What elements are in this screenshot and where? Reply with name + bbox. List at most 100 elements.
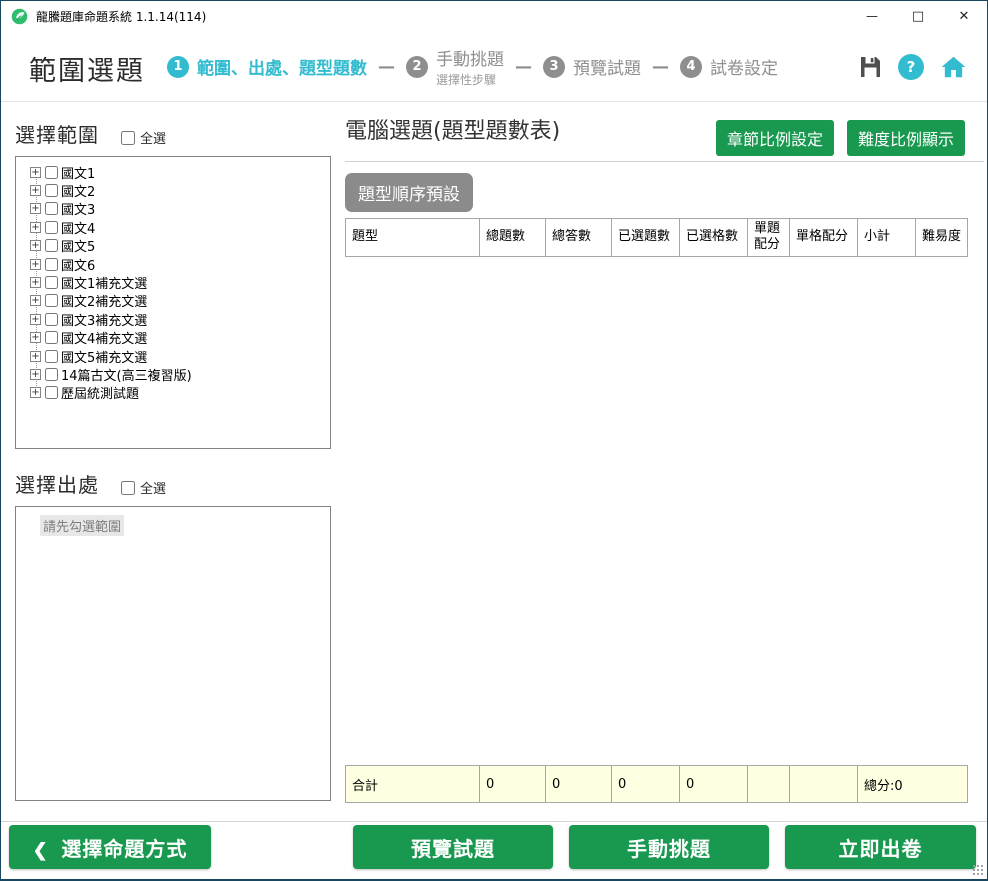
totals-selected-questions: 0 <box>612 766 680 803</box>
tree-item-label[interactable]: 14篇古文(高三複習版) <box>61 365 192 384</box>
expand-icon[interactable]: + <box>30 240 41 251</box>
step-1-label: 範圍、出處、題型題數 <box>197 54 367 79</box>
range-select-all[interactable]: 全選 <box>121 128 166 147</box>
tree-item-label[interactable]: 國文5 <box>61 236 95 255</box>
range-select-all-checkbox[interactable] <box>121 131 135 145</box>
tree-item-checkbox[interactable] <box>45 184 58 197</box>
tree-item-label[interactable]: 國文1補充文選 <box>61 273 147 292</box>
save-icon[interactable] <box>858 55 882 79</box>
tree-row: + 國文3 <box>16 200 330 218</box>
home-icon[interactable] <box>940 54 967 80</box>
generate-paper-button[interactable]: 立即出卷 <box>785 825 976 869</box>
tree-row: + 國文5補充文選 <box>16 347 330 365</box>
tree-item-checkbox[interactable] <box>45 350 58 363</box>
tree-item-checkbox[interactable] <box>45 386 58 399</box>
tree-item-checkbox[interactable] <box>45 294 58 307</box>
tree-row: + 國文2補充文選 <box>16 292 330 310</box>
expand-icon[interactable]: + <box>30 277 41 288</box>
tree-item-label[interactable]: 國文3 <box>61 199 95 218</box>
table-header-cell: 單格配分 <box>790 219 858 257</box>
expand-icon[interactable]: + <box>30 222 41 233</box>
tree-item-label[interactable]: 國文2 <box>61 181 95 200</box>
totals-per-cell-score <box>790 766 858 803</box>
source-select-all[interactable]: 全選 <box>121 478 166 497</box>
step-2-label: 手動挑題 <box>436 45 504 70</box>
type-order-button[interactable]: 題型順序預設 <box>345 173 473 212</box>
table-header-cell: 單題配分 <box>748 219 790 257</box>
totals-total-questions: 0 <box>480 766 546 803</box>
wizard-stepper: 1 範圍、出處、題型題數 — 2 手動挑題 選擇性步驟 — 3 預覽試題 — 4… <box>167 31 778 102</box>
main-divider <box>345 161 984 162</box>
tree-item-label[interactable]: 國文1 <box>61 163 95 182</box>
tree-row: + 國文3補充文選 <box>16 310 330 328</box>
tree-item-label[interactable]: 歷屆統測試題 <box>61 383 139 402</box>
tree-item-checkbox[interactable] <box>45 258 58 271</box>
step-2-manual-pick[interactable]: 2 手動挑題 選擇性步驟 <box>406 45 504 88</box>
expand-icon[interactable]: + <box>30 314 41 325</box>
step-4-paper-settings[interactable]: 4 試卷設定 <box>680 54 778 79</box>
tree-item-checkbox[interactable] <box>45 202 58 215</box>
step-separator: — <box>515 57 532 77</box>
question-type-table-header: 題型總題數總答數已選題數已選格數單題配分單格配分小計難易度 <box>345 218 968 257</box>
step-1-range[interactable]: 1 範圍、出處、題型題數 <box>167 54 367 79</box>
expand-icon[interactable]: + <box>30 351 41 362</box>
tree-row: + 國文4補充文選 <box>16 329 330 347</box>
tree-item-label[interactable]: 國文6 <box>61 255 95 274</box>
table-header-cell: 總題數 <box>480 219 546 257</box>
chevron-left-icon: ❮ <box>33 840 49 860</box>
manual-pick-button[interactable]: 手動挑題 <box>569 825 769 869</box>
page-title: 範圍選題 <box>29 49 145 88</box>
step-separator: — <box>652 57 669 77</box>
expand-icon[interactable]: + <box>30 259 41 270</box>
tree-item-checkbox[interactable] <box>45 221 58 234</box>
source-select-all-label: 全選 <box>140 478 166 497</box>
tree-item-label[interactable]: 國文2補充文選 <box>61 291 147 310</box>
expand-icon[interactable]: + <box>30 167 41 178</box>
expand-icon[interactable]: + <box>30 332 41 343</box>
totals-label: 合計 <box>346 766 480 803</box>
tree-item-checkbox[interactable] <box>45 166 58 179</box>
minimize-button[interactable]: — <box>849 1 895 31</box>
help-icon[interactable]: ? <box>898 54 924 80</box>
tree-item-label[interactable]: 國文4 <box>61 218 95 237</box>
table-header-cell: 總答數 <box>546 219 612 257</box>
app-title: 龍騰題庫命題系統 1.1.14(114) <box>36 8 206 25</box>
step-3-label: 預覽試題 <box>573 54 641 79</box>
tree-item-checkbox[interactable] <box>45 239 58 252</box>
maximize-button[interactable]: □ <box>895 1 941 31</box>
tree-item-checkbox[interactable] <box>45 368 58 381</box>
tree-item-checkbox[interactable] <box>45 331 58 344</box>
source-section-title: 選擇出處 <box>15 469 99 498</box>
footer-divider <box>1 821 987 822</box>
tree-row: + 國文5 <box>16 237 330 255</box>
window-controls: — □ ✕ <box>849 1 987 31</box>
app-window: 龍騰題庫命題系統 1.1.14(114) — □ ✕ 範圍選題 1 範圍、出處、… <box>0 0 988 881</box>
tree-item-label[interactable]: 國文4補充文選 <box>61 328 147 347</box>
step-3-preview[interactable]: 3 預覽試題 <box>543 54 641 79</box>
expand-icon[interactable]: + <box>30 387 41 398</box>
totals-table: 合計 0 0 0 0 總分:0 <box>345 765 968 803</box>
preview-questions-button[interactable]: 預覽試題 <box>353 825 553 869</box>
totals-total-answers: 0 <box>546 766 612 803</box>
expand-icon[interactable]: + <box>30 203 41 214</box>
chapter-ratio-button[interactable]: 章節比例設定 <box>716 120 834 156</box>
step-4-circle: 4 <box>680 56 702 78</box>
tree-item-label[interactable]: 國文3補充文選 <box>61 310 147 329</box>
back-to-method-button[interactable]: ❮ 選擇命題方式 <box>9 825 211 869</box>
range-select-all-label: 全選 <box>140 128 166 147</box>
range-tree: + 國文1 + 國文2 + 國文3 + 國文4 + 國文5 + <box>16 163 330 402</box>
expand-icon[interactable]: + <box>30 369 41 380</box>
close-button[interactable]: ✕ <box>941 1 987 31</box>
tree-item-label[interactable]: 國文5補充文選 <box>61 347 147 366</box>
step-2-sublabel: 選擇性步驟 <box>436 71 504 88</box>
source-select-all-checkbox[interactable] <box>121 481 135 495</box>
totals-per-question-score <box>748 766 790 803</box>
tree-item-checkbox[interactable] <box>45 313 58 326</box>
tree-item-checkbox[interactable] <box>45 276 58 289</box>
table-header-cell: 已選格數 <box>680 219 748 257</box>
resize-grip[interactable] <box>972 864 984 876</box>
expand-icon[interactable]: + <box>30 185 41 196</box>
difficulty-ratio-button[interactable]: 難度比例顯示 <box>847 120 965 156</box>
back-button-label: 選擇命題方式 <box>61 839 187 861</box>
expand-icon[interactable]: + <box>30 295 41 306</box>
